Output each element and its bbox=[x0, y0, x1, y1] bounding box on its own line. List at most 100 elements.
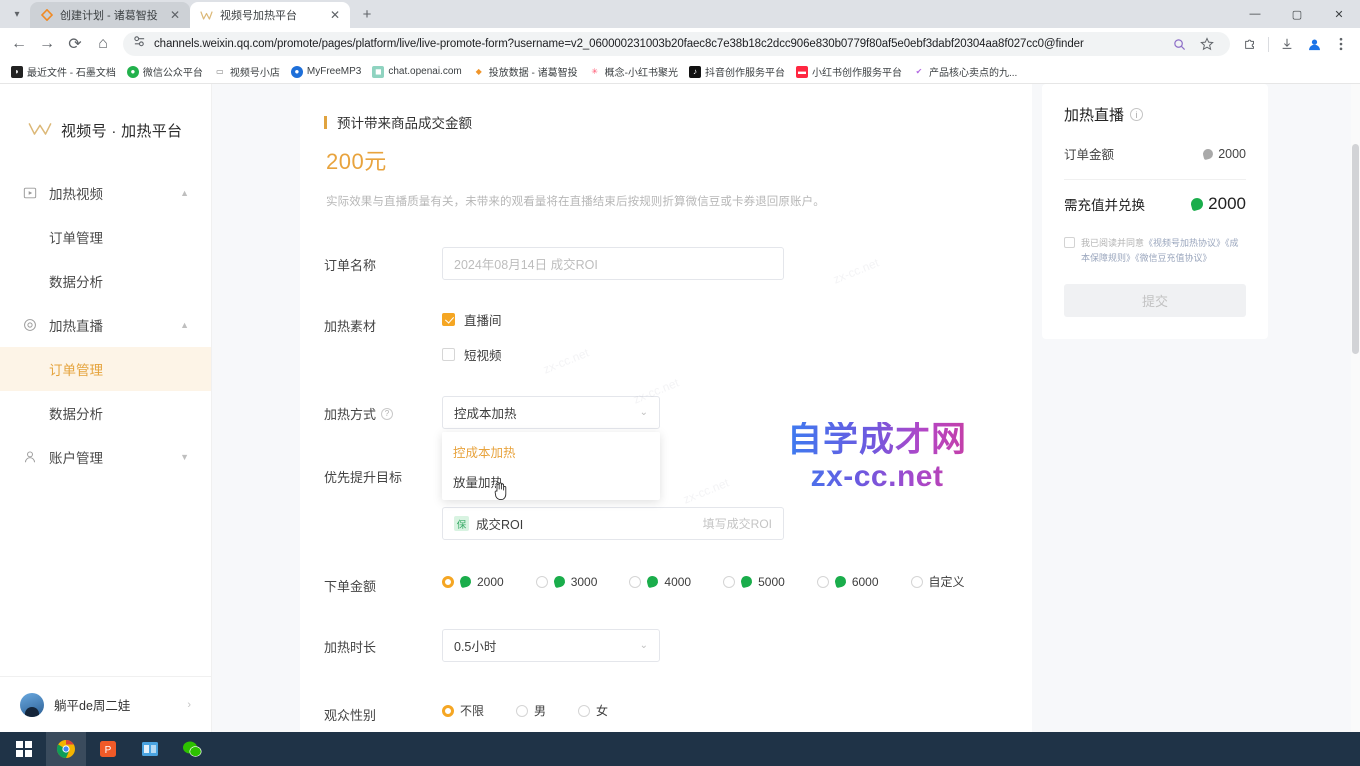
accent-bar bbox=[324, 116, 327, 129]
wps-taskbar-icon[interactable]: P bbox=[88, 732, 128, 766]
sidebar-group-video[interactable]: 加热视频 ▲ bbox=[0, 171, 211, 215]
checkbox-checked-icon[interactable] bbox=[442, 313, 455, 326]
chevron-right-icon[interactable]: › bbox=[187, 699, 191, 711]
sidebar-item-live-orders[interactable]: 订单管理 bbox=[0, 347, 211, 391]
windows-taskbar: P bbox=[0, 732, 1360, 766]
explorer-taskbar-icon[interactable] bbox=[130, 732, 170, 766]
sidebar-group-account[interactable]: 账户管理 ▼ bbox=[0, 435, 211, 479]
chevron-down-icon[interactable]: ⌄ bbox=[640, 407, 648, 418]
reload-icon[interactable]: ⟳ bbox=[62, 31, 88, 57]
profile-icon[interactable] bbox=[1301, 31, 1327, 57]
roi-input-row[interactable]: 保 成交ROI 填写成交ROI bbox=[442, 507, 784, 540]
summary-order-amount-label: 订单金额 bbox=[1064, 144, 1114, 163]
priority-goal-label: 优先提升目标 bbox=[324, 459, 442, 486]
submit-button[interactable]: 提交 bbox=[1064, 284, 1246, 317]
close-icon[interactable]: ✕ bbox=[328, 8, 342, 22]
radio-icon[interactable] bbox=[911, 576, 923, 588]
material-option-shortvideo[interactable]: 短视频 bbox=[442, 343, 1000, 365]
main-content: zx-cc.net zx-cc.net zx-cc.net zx-cc.net … bbox=[212, 84, 1360, 732]
radio-icon[interactable] bbox=[536, 576, 548, 588]
boost-mode-select[interactable]: 控成本加热 ⌄ bbox=[442, 396, 660, 429]
agreement-checkbox[interactable] bbox=[1064, 237, 1075, 248]
amount-option-2000[interactable]: 2000 bbox=[442, 575, 504, 589]
bookmark-item[interactable]: ✳概念-小红书聚光 bbox=[584, 62, 683, 81]
help-icon[interactable]: ? bbox=[381, 408, 393, 420]
gender-option-female[interactable]: 女 bbox=[578, 702, 608, 719]
menu-icon[interactable] bbox=[1328, 31, 1354, 57]
amount-option-3000[interactable]: 3000 bbox=[536, 575, 598, 589]
info-icon[interactable]: i bbox=[1130, 108, 1143, 121]
radio-icon[interactable] bbox=[516, 705, 528, 717]
orange-diamond-icon bbox=[40, 9, 53, 22]
close-icon[interactable]: ✕ bbox=[168, 8, 182, 22]
browser-tab-2[interactable]: 视频号加热平台 ✕ bbox=[190, 2, 350, 28]
bookmark-item[interactable]: ♪抖音创作服务平台 bbox=[684, 62, 790, 81]
chrome-taskbar-icon[interactable] bbox=[46, 732, 86, 766]
agreement-row[interactable]: 我已阅读并同意《视频号加热协议》《成本保障规则》《微信豆充值协议》 bbox=[1064, 236, 1246, 266]
sidebar-item-video-analytics[interactable]: 数据分析 bbox=[0, 259, 211, 303]
vertical-scrollbar[interactable] bbox=[1351, 84, 1360, 732]
material-label: 加热素材 bbox=[324, 308, 442, 335]
wechat-taskbar-icon[interactable] bbox=[172, 732, 212, 766]
bookmark-item[interactable]: ◼chat.openai.com bbox=[367, 64, 466, 80]
downloads-icon[interactable] bbox=[1274, 31, 1300, 57]
chevron-down-icon[interactable]: ⌄ bbox=[640, 640, 648, 651]
bookmark-item[interactable]: ▬小红书创作服务平台 bbox=[791, 62, 907, 81]
guarantee-badge: 保 bbox=[454, 516, 469, 531]
radio-icon[interactable] bbox=[578, 705, 590, 717]
amount-option-4000[interactable]: 4000 bbox=[629, 575, 691, 589]
site-settings-icon[interactable] bbox=[133, 35, 146, 53]
extensions-icon[interactable] bbox=[1237, 31, 1263, 57]
amount-option-custom[interactable]: 自定义 bbox=[911, 573, 965, 590]
gender-option-any[interactable]: 不限 bbox=[442, 702, 484, 719]
avatar bbox=[20, 693, 44, 717]
close-window-button[interactable]: ✕ bbox=[1318, 0, 1360, 28]
forward-icon[interactable]: → bbox=[34, 31, 60, 57]
chevron-up-icon[interactable]: ▲ bbox=[180, 188, 189, 198]
bookmark-star-icon[interactable] bbox=[1194, 31, 1220, 57]
bookmark-item[interactable]: ◆投放数据 - 诸葛智投 bbox=[468, 62, 583, 81]
minimize-button[interactable]: — bbox=[1234, 0, 1276, 28]
radio-selected-icon[interactable] bbox=[442, 705, 454, 717]
new-tab-button[interactable]: + bbox=[354, 1, 380, 27]
order-name-input[interactable]: 2024年08月14日 成交ROI bbox=[442, 247, 784, 280]
address-bar[interactable]: channels.weixin.qq.com/promote/pages/pla… bbox=[123, 32, 1230, 56]
start-button[interactable] bbox=[4, 732, 44, 766]
material-option-live[interactable]: 直播间 bbox=[442, 308, 1000, 330]
amount-option-6000[interactable]: 6000 bbox=[817, 575, 879, 589]
gender-option-male[interactable]: 男 bbox=[516, 702, 546, 719]
chevron-up-icon[interactable]: ▲ bbox=[180, 320, 189, 330]
maximize-button[interactable]: ▢ bbox=[1276, 0, 1318, 28]
home-icon[interactable]: ⌂ bbox=[90, 31, 116, 57]
user-bar[interactable]: 躺平de周二娃 › bbox=[0, 676, 211, 732]
bookmark-item[interactable]: ●微信公众平台 bbox=[122, 62, 208, 81]
zoom-icon[interactable] bbox=[1166, 31, 1192, 57]
row-boost-mode: 加热方式 ? 控成本加热 ⌄ 控成本加热 放量加热 bbox=[324, 396, 1000, 429]
bookmark-item[interactable]: ▭视频号小店 bbox=[209, 62, 285, 81]
url-text: channels.weixin.qq.com/promote/pages/pla… bbox=[154, 38, 1084, 50]
bookmark-item[interactable]: ✔产品核心卖点的九... bbox=[908, 62, 1022, 81]
radio-icon[interactable] bbox=[629, 576, 641, 588]
browser-tab-1[interactable]: 创建计划 - 诸葛智投 ✕ bbox=[30, 2, 190, 28]
sidebar-group-label: 加热视频 bbox=[49, 183, 103, 203]
radio-icon[interactable] bbox=[723, 576, 735, 588]
back-icon[interactable]: ← bbox=[6, 31, 32, 57]
radio-icon[interactable] bbox=[817, 576, 829, 588]
dropdown-option-cost[interactable]: 控成本加热 bbox=[442, 436, 660, 466]
bookmark-item[interactable]: ◗最近文件 - 石墨文档 bbox=[6, 62, 121, 81]
amount-option-label: 自定义 bbox=[929, 573, 965, 590]
sidebar-item-live-analytics[interactable]: 数据分析 bbox=[0, 391, 211, 435]
dropdown-option-volume[interactable]: 放量加热 bbox=[442, 466, 660, 496]
checkbox-icon[interactable] bbox=[442, 348, 455, 361]
tab-search-icon[interactable]: ▾ bbox=[4, 1, 30, 27]
duration-select[interactable]: 0.5小时 ⌄ bbox=[442, 629, 660, 662]
sidebar-group-live[interactable]: 加热直播 ▲ bbox=[0, 303, 211, 347]
scrollbar-thumb[interactable] bbox=[1352, 144, 1359, 354]
chevron-down-icon[interactable]: ▼ bbox=[180, 452, 189, 462]
wechat-bean-icon bbox=[459, 575, 472, 588]
amount-option-5000[interactable]: 5000 bbox=[723, 575, 785, 589]
roi-input-placeholder[interactable]: 填写成交ROI bbox=[703, 515, 772, 532]
radio-selected-icon[interactable] bbox=[442, 576, 454, 588]
bookmark-item[interactable]: ●MyFreeMP3 bbox=[286, 64, 366, 80]
sidebar-item-video-orders[interactable]: 订单管理 bbox=[0, 215, 211, 259]
